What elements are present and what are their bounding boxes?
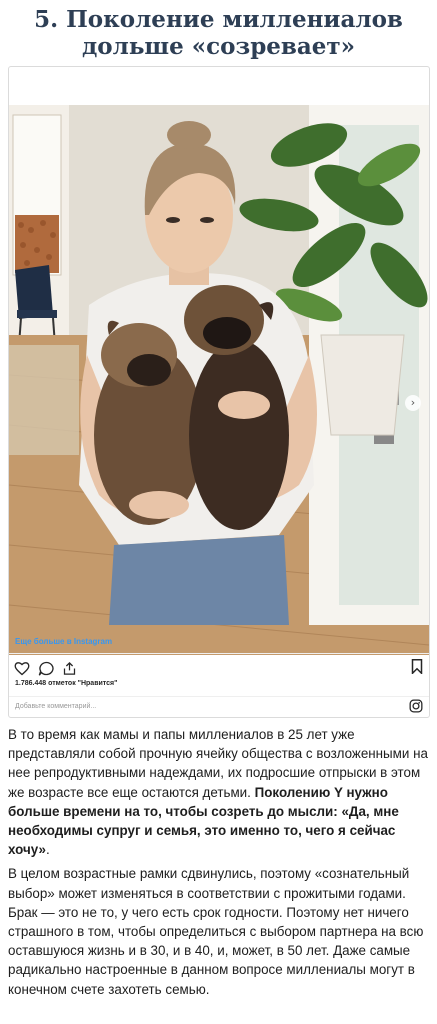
instagram-embed: › Еще больше в Instagram 1.786.448 отмет… — [8, 66, 430, 718]
heading-line-1: 5. Поколение миллениалов — [34, 6, 403, 33]
paragraph-1-end: . — [45, 842, 50, 858]
comment-icon[interactable] — [38, 661, 54, 676]
article-text: В то время как мамы и папы миллениалов в… — [8, 725, 432, 1004]
more-on-instagram-link[interactable]: Еще больше в Instagram — [15, 637, 112, 646]
instagram-icon[interactable] — [409, 699, 423, 713]
divider — [9, 653, 429, 654]
post-photo[interactable]: › — [9, 105, 429, 655]
paragraph-2: В целом возрастные рамки сдвинулись, поэ… — [8, 866, 424, 997]
divider — [9, 696, 429, 697]
post-actions — [14, 659, 77, 677]
chevron-right-icon[interactable]: › — [405, 395, 421, 411]
likes-count: 1.786.448 отметок "Нравится" — [15, 680, 118, 687]
share-icon[interactable] — [62, 661, 77, 676]
photo-illustration — [9, 105, 429, 655]
heart-icon[interactable] — [14, 661, 30, 676]
heading-line-2: дольше «созревает» — [81, 33, 356, 60]
section-heading: 5. Поколение миллениалов дольше «созрева… — [0, 0, 437, 60]
comment-input[interactable]: Добавьте комментарий... — [15, 703, 96, 710]
bookmark-icon[interactable] — [411, 659, 423, 674]
paragraph-1: В то время как мамы и папы миллениалов в… — [8, 725, 432, 859]
